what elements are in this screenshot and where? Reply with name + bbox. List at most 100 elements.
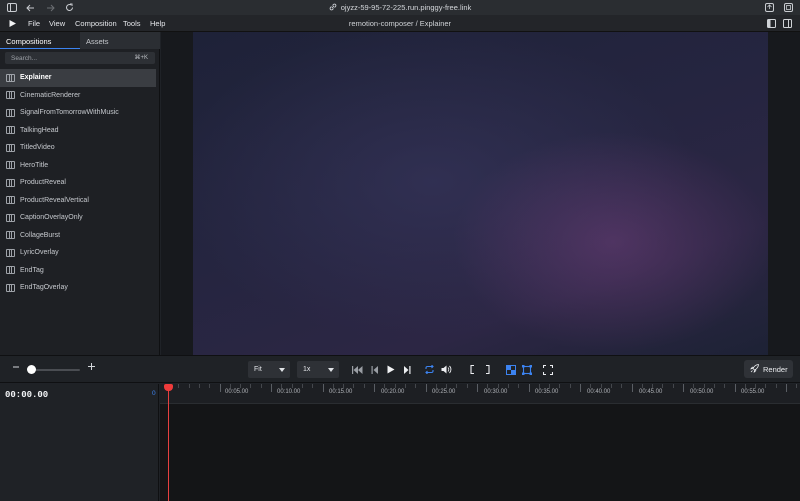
zoom-slider-thumb[interactable] (27, 365, 36, 374)
ruler-tick (250, 384, 252, 388)
ruler-tick (240, 384, 242, 388)
ruler-tick (301, 384, 303, 388)
tab-compositions[interactable]: Compositions (0, 32, 80, 49)
speed-select[interactable]: 1x (297, 361, 339, 378)
ruler-tick (652, 384, 654, 388)
tabs-overview-icon[interactable] (783, 2, 794, 13)
render-button[interactable]: Render (744, 360, 793, 378)
menu-file[interactable]: File (28, 19, 40, 28)
composition-item-explainer[interactable]: Explainer (0, 69, 156, 87)
timeline-track-headers: 00:00.00 (0, 384, 159, 501)
composition-search[interactable]: ⌘+K (5, 52, 155, 64)
size-select[interactable]: Fit (248, 361, 290, 378)
right-panel-toggle-icon[interactable] (783, 19, 792, 30)
reload-icon[interactable] (64, 2, 75, 13)
composition-item-collage-burst[interactable]: CollageBurst (0, 227, 160, 245)
link-icon (329, 3, 337, 13)
chevron-down-icon (279, 368, 285, 372)
step-forward-icon[interactable] (401, 364, 412, 375)
ruler-tick (559, 384, 561, 388)
composition-label: CollageBurst (20, 231, 61, 239)
composition-item-talking-head[interactable]: TalkingHead (0, 122, 160, 140)
zoom-slider-track[interactable] (30, 369, 80, 371)
play-icon[interactable] (385, 364, 396, 375)
search-input[interactable] (11, 53, 121, 63)
share-icon[interactable] (764, 2, 775, 13)
safe-area-icon[interactable] (521, 364, 532, 375)
film-icon (6, 143, 15, 152)
composition-item-caption-overlay-only[interactable]: CaptionOverlayOnly (0, 209, 160, 227)
film-icon (6, 231, 15, 240)
playhead-handle[interactable] (164, 384, 173, 391)
zoom-in-button[interactable] (87, 362, 96, 374)
ruler-tick-label: 00:55.00 (741, 389, 765, 395)
playhead-line[interactable] (168, 384, 169, 501)
composition-item-cinematic-renderer[interactable]: CinematicRenderer (0, 87, 160, 105)
menu-view[interactable]: View (49, 19, 65, 28)
ruler-tick (332, 384, 334, 388)
ruler-tick (724, 384, 726, 388)
ruler-tick (312, 384, 314, 388)
timeline-ruler[interactable]: 0 00:05.00 00:10.00 00:15.00 00:20.00 00… (152, 384, 800, 404)
menu-tools[interactable]: Tools (123, 19, 141, 28)
search-shortcut: ⌘+K (134, 55, 148, 61)
ruler-tick (631, 384, 633, 392)
step-back-icon[interactable] (369, 364, 380, 375)
jump-to-start-icon[interactable] (352, 364, 363, 375)
rocket-icon (750, 363, 759, 375)
browser-toolbar: ojyzz-59-95-72-225.run.pinggy-free.link (0, 0, 800, 15)
composition-item-lyric-overlay[interactable]: LyricOverlay (0, 244, 160, 262)
sidebar-toggle-icon[interactable] (6, 2, 17, 13)
tab-assets[interactable]: Assets (80, 32, 160, 49)
checkerboard-icon[interactable] (505, 364, 516, 375)
ruler-tick-label: 00:50.00 (690, 389, 714, 395)
ruler-tick (219, 384, 221, 392)
left-panel-toggle-icon[interactable] (767, 19, 776, 30)
ruler-tick (775, 384, 777, 388)
back-arrow-icon[interactable] (25, 2, 36, 13)
in-point-icon[interactable] (466, 364, 477, 375)
film-icon (6, 266, 15, 275)
ruler-tick-label: 00:45.00 (639, 389, 663, 395)
ruler-tick (549, 384, 551, 388)
ruler-start-label: 0 (152, 390, 156, 397)
ruler-tick (456, 384, 458, 388)
forward-arrow-icon[interactable] (45, 2, 56, 13)
menu-help[interactable]: Help (150, 19, 165, 28)
ruler-tick (477, 384, 478, 392)
ruler-tick (693, 384, 695, 388)
timeline-tracks[interactable]: 0 00:05.00 00:10.00 00:15.00 00:20.00 00… (152, 384, 800, 501)
speed-select-value: 1x (303, 366, 311, 373)
film-icon (6, 108, 15, 117)
volume-icon[interactable] (441, 364, 452, 375)
loop-icon[interactable] (424, 364, 435, 375)
composition-label: HeroTitle (20, 161, 49, 169)
composition-item-end-tag-overlay[interactable]: EndTagOverlay (0, 279, 160, 297)
ruler-tick (590, 384, 592, 388)
ruler-tick (734, 384, 736, 392)
composition-item-end-tag[interactable]: EndTag (0, 262, 160, 280)
ruler-tick (394, 384, 396, 388)
app-menubar: File View Composition Tools Help remotio… (0, 15, 800, 32)
composition-item-product-reveal-vertical[interactable]: ProductRevealVertical (0, 192, 160, 210)
composition-item-product-reveal[interactable]: ProductReveal (0, 174, 160, 192)
ruler-tick (260, 384, 262, 388)
ruler-tick-label: 00:10.00 (277, 389, 301, 395)
chevron-down-icon (328, 368, 334, 372)
composition-item-signal-from-tomorrow[interactable]: SignalFromTomorrowWithMusic (0, 104, 160, 122)
fullscreen-icon[interactable] (542, 364, 553, 375)
ruler-tick-label: 00:35.00 (535, 389, 559, 395)
video-preview[interactable] (193, 32, 768, 355)
ruler-tick (528, 384, 530, 392)
ruler-tick (271, 384, 272, 392)
address-bar[interactable]: ojyzz-59-95-72-225.run.pinggy-free.link (0, 2, 800, 13)
composition-label: ProductReveal (20, 179, 66, 187)
out-point-icon[interactable] (482, 364, 493, 375)
zoom-out-button[interactable] (12, 362, 20, 374)
film-icon (6, 213, 15, 222)
film-icon (6, 161, 15, 170)
composition-item-hero-title[interactable]: HeroTitle (0, 157, 160, 175)
composition-item-titled-video[interactable]: TitledVideo (0, 139, 160, 157)
composition-label: Explainer (20, 74, 52, 82)
menu-composition[interactable]: Composition (75, 19, 117, 28)
